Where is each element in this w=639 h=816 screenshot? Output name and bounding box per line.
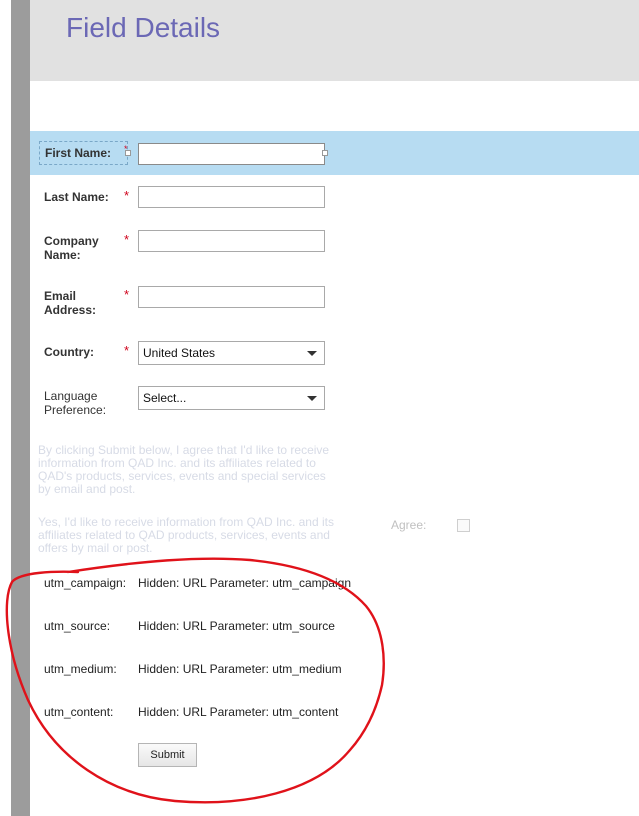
company-label-line1: Company: [44, 234, 99, 248]
last-name-required-mark: *: [124, 188, 130, 203]
country-required-mark: *: [124, 343, 130, 358]
resize-handle-icon[interactable]: [125, 150, 131, 156]
header-bar: Field Details: [30, 0, 639, 81]
language-selected-value: Select...: [143, 391, 187, 405]
language-preference-label: Language Preference:: [44, 389, 106, 417]
email-address-label: Email Address:: [44, 289, 96, 317]
language-label-line1: Language: [44, 389, 98, 403]
company-name-label: Company Name:: [44, 234, 99, 262]
company-required-mark: *: [124, 232, 130, 247]
utm-medium-label: utm_medium:: [44, 662, 117, 676]
utm-content-label: utm_content:: [44, 705, 114, 719]
last-name-input[interactable]: [138, 186, 325, 208]
company-name-input[interactable]: [138, 230, 325, 252]
consent-text-mail: Yes, I'd like to receive information fro…: [38, 516, 348, 555]
country-label: Country:: [44, 345, 94, 359]
consent-text-email: By clicking Submit below, I agree that I…: [38, 444, 348, 496]
utm-source-label: utm_source:: [44, 619, 111, 633]
company-label-line2: Name:: [44, 248, 81, 262]
utm-content-value: Hidden: URL Parameter: utm_content: [138, 705, 339, 719]
email-required-mark: *: [124, 287, 130, 302]
agree-label: Agree:: [391, 518, 427, 532]
language-label-line2: Preference:: [44, 403, 107, 417]
utm-source-value: Hidden: URL Parameter: utm_source: [138, 619, 335, 633]
country-select[interactable]: United States: [138, 341, 325, 365]
chevron-down-icon: [307, 351, 317, 356]
page-title: Field Details: [66, 12, 221, 43]
last-name-label: Last Name:: [44, 190, 109, 204]
country-selected-value: United States: [143, 346, 216, 360]
utm-medium-value: Hidden: URL Parameter: utm_medium: [138, 662, 342, 676]
resize-handle-icon[interactable]: [322, 150, 328, 156]
utm-campaign-label: utm_campaign:: [44, 576, 127, 590]
left-sidebar-bar: [11, 0, 30, 816]
submit-button[interactable]: Submit: [138, 743, 197, 767]
first-name-label: First Name:: [45, 146, 112, 160]
utm-campaign-value: Hidden: URL Parameter: utm_campaign: [138, 576, 351, 590]
email-label-line1: Email: [44, 289, 77, 303]
consent-1-line: by email and post.: [38, 482, 136, 496]
email-label-line2: Address:: [44, 303, 97, 317]
agree-checkbox[interactable]: [457, 519, 470, 532]
consent-2-line: offers by mail or post.: [38, 541, 153, 555]
first-name-input[interactable]: [138, 143, 325, 165]
chevron-down-icon: [307, 396, 317, 401]
email-address-input[interactable]: [138, 286, 325, 308]
language-preference-select[interactable]: Select...: [138, 386, 325, 410]
